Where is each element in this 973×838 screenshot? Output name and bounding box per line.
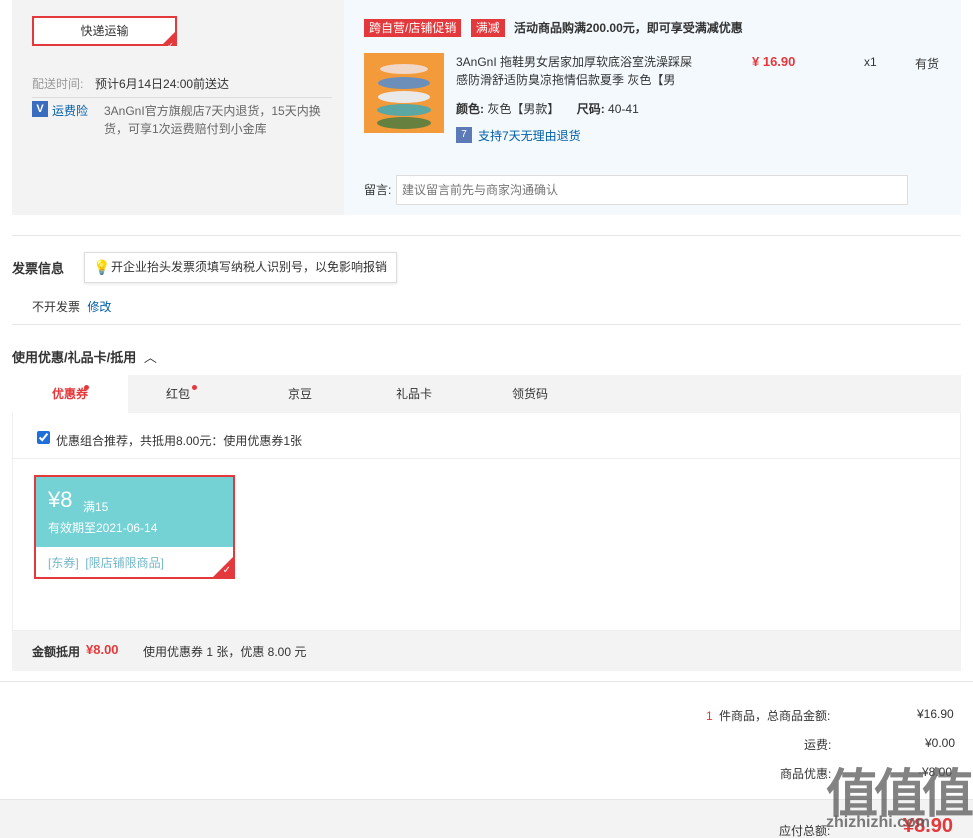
- tab-pickup-code[interactable]: 领货码: [478, 375, 582, 413]
- size-label: 尺码:: [576, 102, 605, 116]
- tab-red-packets-label: 红包: [165, 387, 190, 401]
- tab-gift-cards[interactable]: 礼品卡: [362, 375, 466, 413]
- product-attributes: 颜色: 灰色【男款】 尺码: 40-41: [456, 100, 639, 117]
- cut-off-text: [362, 0, 512, 2]
- invoice-tip-text: 开企业抬头发票须填写纳税人识别号，以免影响报销: [111, 260, 388, 274]
- goods-count: 1: [706, 709, 713, 723]
- shield-icon: V: [32, 101, 48, 117]
- delivery-time-value: 预计6月14日24:00前送达: [95, 77, 230, 91]
- watermark-url: zhizhizhi.com: [826, 814, 930, 831]
- shipping-method-button[interactable]: 快递运输: [32, 16, 177, 59]
- product-stock: 有货: [915, 57, 940, 71]
- lightbulb-icon: 💡: [93, 259, 111, 275]
- promo-row: 跨自营/店铺促销 满减 活动商品购满200.00元，即可享受满减优惠: [364, 19, 743, 37]
- freight-insurance-link[interactable]: 运费险: [52, 102, 88, 119]
- discount-label: 商品优惠:: [780, 767, 832, 781]
- payable-label: 应付总额:: [779, 824, 831, 838]
- coupon-header: ¥8 满15 有效期至2021-06-14: [36, 477, 233, 547]
- message-label: 留言:: [364, 183, 392, 197]
- promo-text: 活动商品购满200.00元，即可享受满减优惠: [514, 21, 743, 35]
- product-quantity: x1: [864, 55, 877, 69]
- check-icon: ✓: [222, 565, 231, 576]
- product-price: ¥ 16.90: [752, 54, 796, 69]
- checkout-page: 快递运输 配送时间: 预计6月14日24:00前送达 V 运费险 3AnGnI官…: [0, 0, 973, 838]
- coupon-threshold: 满15: [83, 500, 109, 514]
- recommend-text: 优惠组合推荐，共抵用8.00元：使用优惠券1张: [56, 434, 303, 448]
- deduct-description: 使用优惠券 1 张，优惠 8.00 元: [143, 645, 307, 659]
- tab-jd-beans-label: 京豆: [287, 387, 312, 401]
- notification-dot: [192, 385, 197, 390]
- divider: [32, 97, 332, 98]
- promo-tag-store: 跨自营/店铺促销: [364, 19, 462, 37]
- promo-tag-discount: 满减: [470, 19, 505, 37]
- divider: [0, 681, 973, 682]
- invoice-heading: 发票信息: [12, 261, 65, 276]
- goods-count-label: 件商品，总商品金额:: [719, 709, 831, 723]
- divider: [12, 324, 961, 325]
- tab-pickup-code-label: 领货码: [511, 387, 548, 401]
- divider: [12, 235, 961, 236]
- delivery-time-label: 配送时间:: [32, 77, 84, 91]
- invoice-modify-link[interactable]: 修改: [87, 300, 111, 314]
- coupon-expiry: 有效期至2021-06-14: [48, 521, 158, 535]
- freight-label: 运费:: [804, 738, 832, 752]
- divider: [13, 458, 960, 459]
- selected-check-icon: [163, 32, 175, 59]
- deduct-label: 金额抵用: [32, 645, 81, 659]
- goods-count-row: 1 件商品，总商品金额:: [706, 707, 830, 724]
- freight-value: ¥0.00: [925, 736, 956, 750]
- deduct-amount: ¥8.00: [86, 642, 119, 657]
- insurance-description: 3AnGnI官方旗舰店7天内退货，15天内换 货，可享1次运费赔付到小金库: [104, 102, 334, 138]
- return-policy-icon: 7: [456, 127, 472, 143]
- coupon-card[interactable]: ¥8 满15 有效期至2021-06-14 [东券] [限店铺限商品] ✓: [34, 475, 235, 579]
- color-label: 颜色:: [456, 102, 484, 116]
- notification-dot: [84, 385, 89, 390]
- tab-jd-beans[interactable]: 京豆: [248, 375, 352, 413]
- tab-red-packets[interactable]: 红包: [128, 375, 228, 413]
- tab-gift-cards-label: 礼品卡: [395, 387, 432, 401]
- chevron-up-icon: ︿: [143, 350, 157, 365]
- discount-heading-text: 使用优惠/礼品卡/抵用: [12, 350, 137, 365]
- goods-total: ¥16.90: [917, 707, 954, 721]
- tab-coupons[interactable]: 优惠券: [12, 375, 128, 413]
- coupon-tags: [东券] [限店铺限商品]: [48, 556, 165, 570]
- tab-coupons-label: 优惠券: [51, 387, 88, 401]
- shipping-method-label: 快递运输: [80, 24, 129, 38]
- product-image[interactable]: [364, 53, 444, 133]
- invoice-status-row: 不开发票 修改: [32, 298, 111, 315]
- coupon-amount: ¥8: [48, 487, 73, 512]
- color-value: 灰色【男款】: [487, 102, 560, 116]
- product-title-link[interactable]: 3AnGnI 拖鞋男女居家加厚软底浴室洗澡踩屎 感防滑舒适防臭凉拖情侣款夏季 灰…: [456, 53, 706, 89]
- message-input[interactable]: [396, 175, 908, 205]
- invoice-tip: 💡 开企业抬头发票须填写纳税人识别号，以免影响报销: [84, 252, 397, 283]
- product-title-line2: 感防滑舒适防臭凉拖情侣款夏季 灰色【男: [456, 73, 676, 87]
- return-policy-text[interactable]: 支持7天无理由退货: [478, 127, 581, 144]
- discount-heading[interactable]: 使用优惠/礼品卡/抵用 ︿: [12, 347, 157, 366]
- deduct-bar: 金额抵用 ¥8.00 使用优惠券 1 张，优惠 8.00 元: [12, 631, 961, 671]
- discount-tabs: 优惠券 红包 京豆 礼品卡 领货码: [12, 375, 961, 413]
- recommend-checkbox[interactable]: [37, 431, 50, 444]
- insurance-text-line1: 3AnGnI官方旗舰店7天内退货，15天内换: [104, 104, 321, 118]
- size-value: 40-41: [608, 102, 639, 116]
- insurance-text-line2: 货，可享1次运费赔付到小金库: [104, 122, 267, 136]
- product-title-line1: 3AnGnI 拖鞋男女居家加厚软底浴室洗澡踩屎: [456, 55, 693, 69]
- invoice-status: 不开发票: [32, 300, 81, 314]
